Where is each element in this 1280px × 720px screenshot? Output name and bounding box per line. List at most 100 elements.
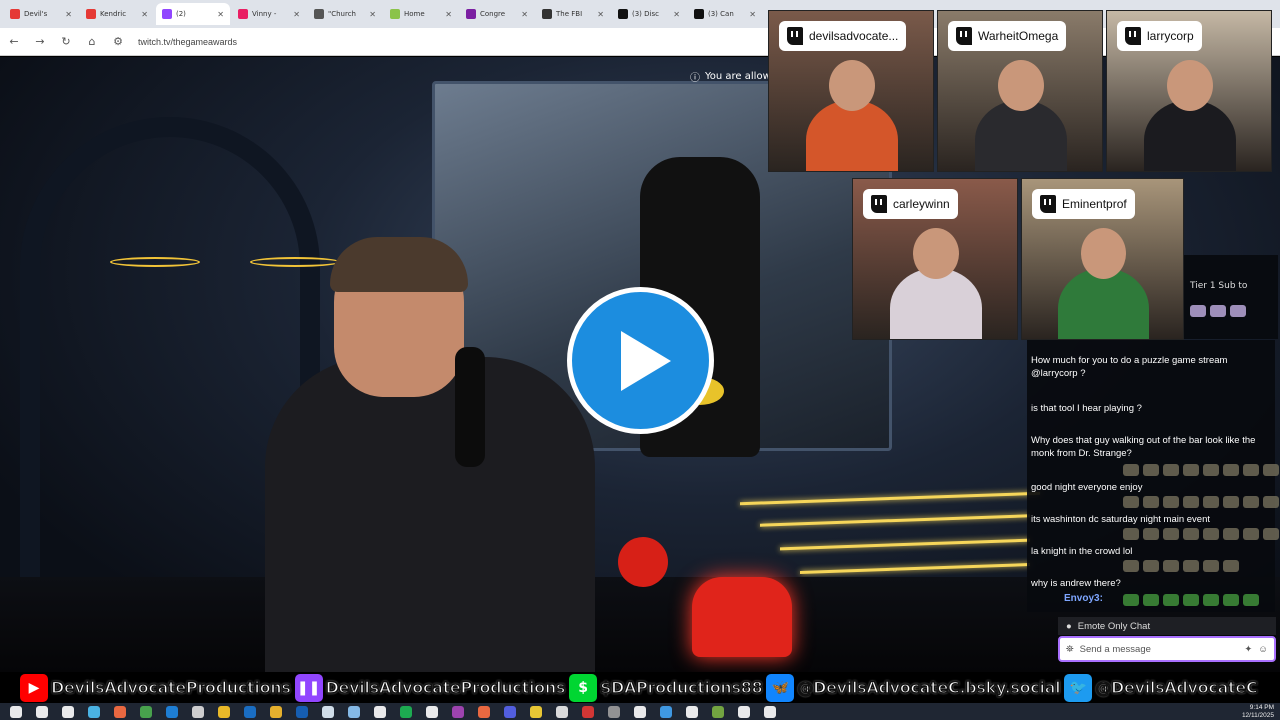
emote-icon xyxy=(1230,305,1246,317)
emote-icon xyxy=(1143,464,1159,476)
taskbar-app-icon[interactable] xyxy=(62,705,74,718)
chat-message: good night everyone enjoy xyxy=(1031,482,1143,493)
taskbar-app-icon[interactable] xyxy=(166,705,178,718)
webcam-feed[interactable]: carleywinn xyxy=(852,178,1018,340)
search-icon[interactable] xyxy=(36,705,48,718)
chat-sub-notice: Tier 1 Sub to xyxy=(1184,255,1278,339)
taskbar-app-icon[interactable] xyxy=(686,705,698,718)
start-icon[interactable] xyxy=(10,705,22,718)
taskbar-app-icon[interactable] xyxy=(140,705,152,718)
taskbar-app-icon[interactable] xyxy=(374,705,386,718)
webcam-feed[interactable]: devilsadvocate... xyxy=(768,10,934,172)
chat-badge-icon[interactable]: ⛯ xyxy=(1066,644,1074,655)
emote-row xyxy=(1123,528,1279,544)
red-phone-receiver xyxy=(618,537,668,587)
taskbar-app-icon[interactable] xyxy=(192,705,204,718)
taskbar-app-icon[interactable] xyxy=(738,705,750,718)
browser-tab[interactable]: Congre ✕ xyxy=(460,3,534,25)
social-handle: @DevilsAdvocateC.bsky.social xyxy=(797,677,1062,698)
tab-close-icon[interactable]: ✕ xyxy=(749,10,756,19)
emote-icon xyxy=(1123,464,1139,476)
taskbar-app-icon[interactable] xyxy=(452,705,464,718)
emote-icon xyxy=(1183,496,1199,508)
tab-title: (3) Disc xyxy=(632,10,659,18)
taskbar-app-icon[interactable] xyxy=(426,705,438,718)
taskbar-app-icon[interactable] xyxy=(608,705,620,718)
taskbar-app-icon[interactable] xyxy=(348,705,360,718)
emote-row xyxy=(1123,464,1280,480)
taskbar-app-icon[interactable] xyxy=(400,705,412,718)
bluesky-icon: 🦋 xyxy=(766,673,795,702)
browser-tab[interactable]: "Church ✕ xyxy=(308,3,382,25)
emote-icon xyxy=(1263,464,1279,476)
cashapp-icon: $ xyxy=(569,673,598,702)
webcam-feed[interactable]: larrycorp xyxy=(1106,10,1272,172)
play-button[interactable] xyxy=(567,287,714,434)
taskbar-app-icon[interactable] xyxy=(556,705,568,718)
tab-close-icon[interactable]: ✕ xyxy=(521,10,528,19)
taskbar-app-icon[interactable] xyxy=(504,705,516,718)
browser-tab[interactable]: The FBI ✕ xyxy=(536,3,610,25)
emote-icon xyxy=(1183,464,1199,476)
tab-close-icon[interactable]: ✕ xyxy=(673,10,680,19)
sub-notice-text: Tier 1 Sub to xyxy=(1190,281,1248,291)
browser-tab[interactable]: Home ✕ xyxy=(384,3,458,25)
taskbar-app-icon[interactable] xyxy=(530,705,542,718)
browser-tab[interactable]: Kendric ✕ xyxy=(80,3,154,25)
emote-icon xyxy=(1143,560,1159,572)
emoji-icon[interactable]: ☺ xyxy=(1258,644,1268,655)
url-field[interactable]: twitch.tv/thegameawards xyxy=(138,37,237,47)
taskbar-app-icon[interactable] xyxy=(634,705,646,718)
emote-icon xyxy=(1163,528,1179,540)
browser-tab[interactable]: (2) ✕ xyxy=(156,3,230,25)
browser-tab[interactable]: Vinny - ✕ xyxy=(232,3,306,25)
browser-tab[interactable]: (3) Disc ✕ xyxy=(612,3,686,25)
twitter-icon: 🐦 xyxy=(1064,673,1093,702)
emote-icon xyxy=(1123,594,1139,606)
taskbar-app-icon[interactable] xyxy=(218,705,230,718)
tab-close-icon[interactable]: ✕ xyxy=(65,10,72,19)
site-info-icon[interactable]: ⚙ xyxy=(112,35,124,48)
emote-icon xyxy=(1163,496,1179,508)
chat-panel[interactable]: How much for you to do a puzzle game str… xyxy=(1027,340,1279,612)
taskbar-app-icon[interactable] xyxy=(764,705,776,718)
chat-input[interactable]: ⛯ Send a message ✦ ☺ xyxy=(1058,636,1276,662)
tab-close-icon[interactable]: ✕ xyxy=(369,10,376,19)
taskbar-app-icon[interactable] xyxy=(88,705,100,718)
taskbar-app-icon[interactable] xyxy=(296,705,308,718)
browser-tab[interactable]: (3) Can ✕ xyxy=(688,3,762,25)
home-icon[interactable]: ⌂ xyxy=(86,35,98,48)
chat-username[interactable]: Envoy3: xyxy=(1064,593,1103,604)
taskbar-app-icon[interactable] xyxy=(244,705,256,718)
emote-icon xyxy=(1190,305,1206,317)
taskbar-app-icon[interactable] xyxy=(322,705,334,718)
webcam-feed[interactable]: WarheitOmega xyxy=(937,10,1103,172)
reload-icon[interactable]: ↻ xyxy=(60,35,72,48)
tab-favicon-icon xyxy=(10,9,20,19)
tab-close-icon[interactable]: ✕ xyxy=(293,10,300,19)
tab-close-icon[interactable]: ✕ xyxy=(141,10,148,19)
browser-tab[interactable]: Devil's ✕ xyxy=(4,3,78,25)
stream-notice-text: You are allowe xyxy=(705,71,777,82)
taskbar-app-icon[interactable] xyxy=(712,705,724,718)
bits-icon[interactable]: ✦ xyxy=(1244,644,1252,655)
social-handle: $DAProductions88 xyxy=(599,677,763,698)
emote-row xyxy=(1123,594,1259,610)
tab-close-icon[interactable]: ✕ xyxy=(445,10,452,19)
emote-icon xyxy=(1263,496,1279,508)
screen: Devil's ✕ Kendric ✕ (2) ✕ Vinny - ✕ "Church ✕ Home… xyxy=(0,0,1280,720)
tab-favicon-icon xyxy=(238,9,248,19)
taskbar-app-icon[interactable] xyxy=(114,705,126,718)
back-icon[interactable]: ← xyxy=(8,35,20,48)
taskbar-app-icon[interactable] xyxy=(270,705,282,718)
emote-icon xyxy=(1163,464,1179,476)
taskbar-app-icon[interactable] xyxy=(660,705,672,718)
tab-close-icon[interactable]: ✕ xyxy=(597,10,604,19)
webcam-feed[interactable]: Eminentprof xyxy=(1021,178,1184,340)
tab-favicon-icon xyxy=(466,9,476,19)
taskbar-app-icon[interactable] xyxy=(478,705,490,718)
taskbar-clock[interactable]: 9:14 PM 12/11/2025 xyxy=(1242,704,1274,719)
tab-close-icon[interactable]: ✕ xyxy=(217,10,224,19)
taskbar-app-icon[interactable] xyxy=(582,705,594,718)
forward-icon[interactable]: → xyxy=(34,35,46,48)
